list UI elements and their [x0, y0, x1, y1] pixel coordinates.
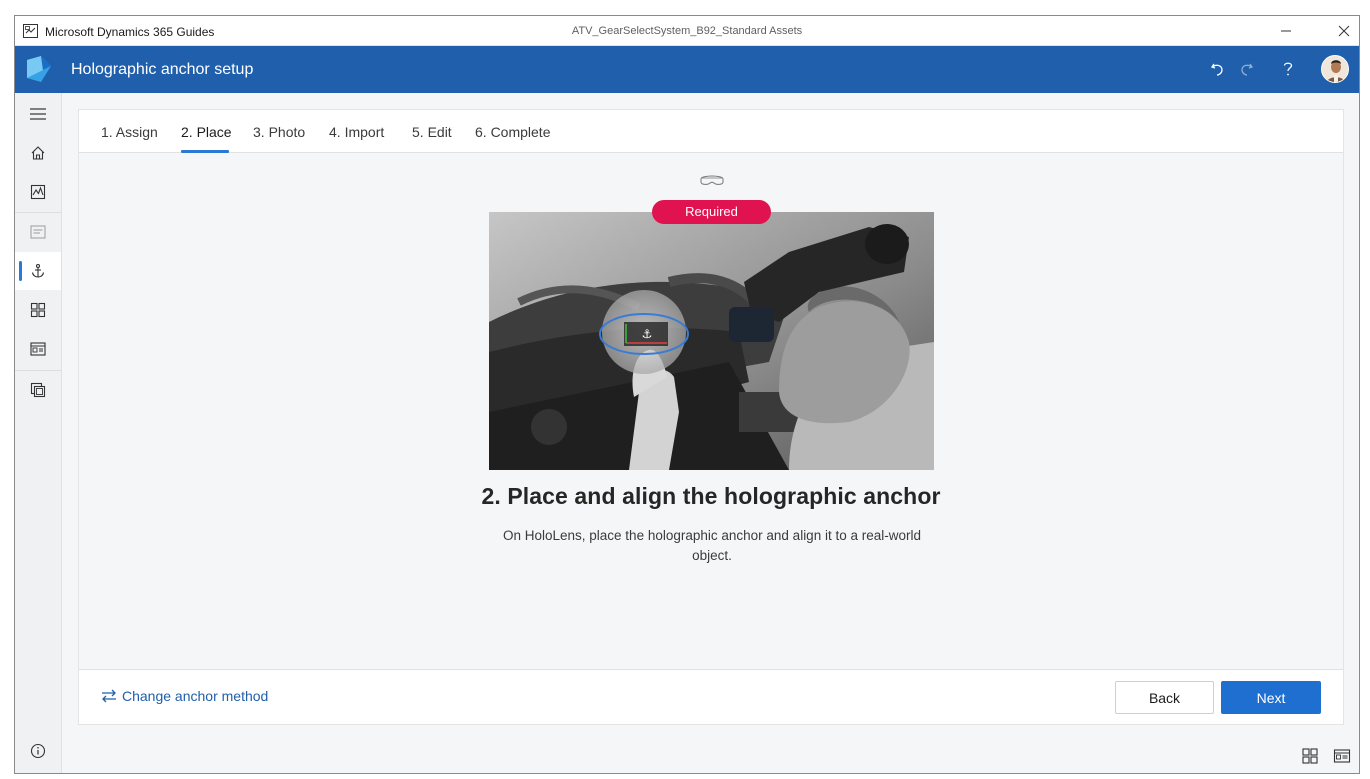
help-icon[interactable] — [1277, 58, 1299, 80]
wizard-card: 1. Assign 2. Place 3. Photo 4. Import 5.… — [78, 109, 1344, 725]
next-button[interactable]: Next — [1221, 681, 1321, 714]
undo-icon[interactable] — [1207, 58, 1229, 80]
gallery-icon[interactable] — [15, 371, 61, 409]
tab-photo[interactable]: 3. Photo — [253, 124, 305, 140]
tab-place[interactable]: 2. Place — [181, 124, 232, 140]
wizard-footer: Change anchor method Back Next — [79, 669, 1343, 724]
tab-complete[interactable]: 6. Complete — [475, 124, 550, 140]
change-anchor-method-link[interactable]: Change anchor method — [101, 688, 268, 704]
tab-edit[interactable]: 5. Edit — [412, 124, 452, 140]
app-window: Microsoft Dynamics 365 Guides ATV_GearSe… — [14, 15, 1360, 774]
swap-arrows-icon — [102, 689, 116, 703]
active-tab-indicator — [181, 150, 229, 153]
grid-view-icon[interactable] — [1301, 747, 1319, 765]
anchor-icon[interactable] — [15, 252, 61, 290]
close-icon[interactable] — [1331, 20, 1357, 42]
hamburger-menu-icon[interactable] — [15, 95, 61, 133]
info-icon[interactable] — [15, 732, 61, 770]
back-button[interactable]: Back — [1115, 681, 1214, 714]
wizard-tabs: 1. Assign 2. Place 3. Photo 4. Import 5.… — [79, 110, 1343, 153]
tab-assign[interactable]: 1. Assign — [101, 124, 158, 140]
change-anchor-method-label: Change anchor method — [122, 688, 269, 704]
analytics-icon[interactable] — [15, 173, 61, 211]
app-header: Holographic anchor setup — [15, 46, 1359, 93]
step-card-icon[interactable] — [15, 330, 61, 368]
home-icon[interactable] — [15, 134, 61, 172]
title-bar: Microsoft Dynamics 365 Guides ATV_GearSe… — [15, 16, 1359, 46]
outline-icon[interactable] — [15, 213, 61, 251]
status-bar — [62, 739, 1359, 773]
hololens-icon — [700, 175, 724, 185]
redo-icon[interactable] — [1235, 58, 1257, 80]
left-nav-rail — [15, 93, 62, 773]
avatar[interactable] — [1321, 55, 1349, 83]
grid-icon[interactable] — [15, 291, 61, 329]
tab-import[interactable]: 4. Import — [329, 124, 384, 140]
step-heading: 2. Place and align the holographic ancho… — [481, 483, 941, 509]
page-title: Holographic anchor setup — [71, 61, 254, 78]
minimize-icon[interactable] — [1273, 20, 1299, 42]
required-badge: Required — [652, 200, 771, 224]
svg-text:⚓: ⚓ — [642, 327, 653, 341]
hololens-illustration: ⚓ — [489, 212, 934, 470]
card-view-icon[interactable] — [1333, 747, 1351, 765]
step-description: On HoloLens, place the holographic ancho… — [502, 528, 921, 563]
document-name: ATV_GearSelectSystem_B92_Standard Assets — [571, 25, 803, 37]
dynamics-logo-icon — [27, 56, 51, 82]
